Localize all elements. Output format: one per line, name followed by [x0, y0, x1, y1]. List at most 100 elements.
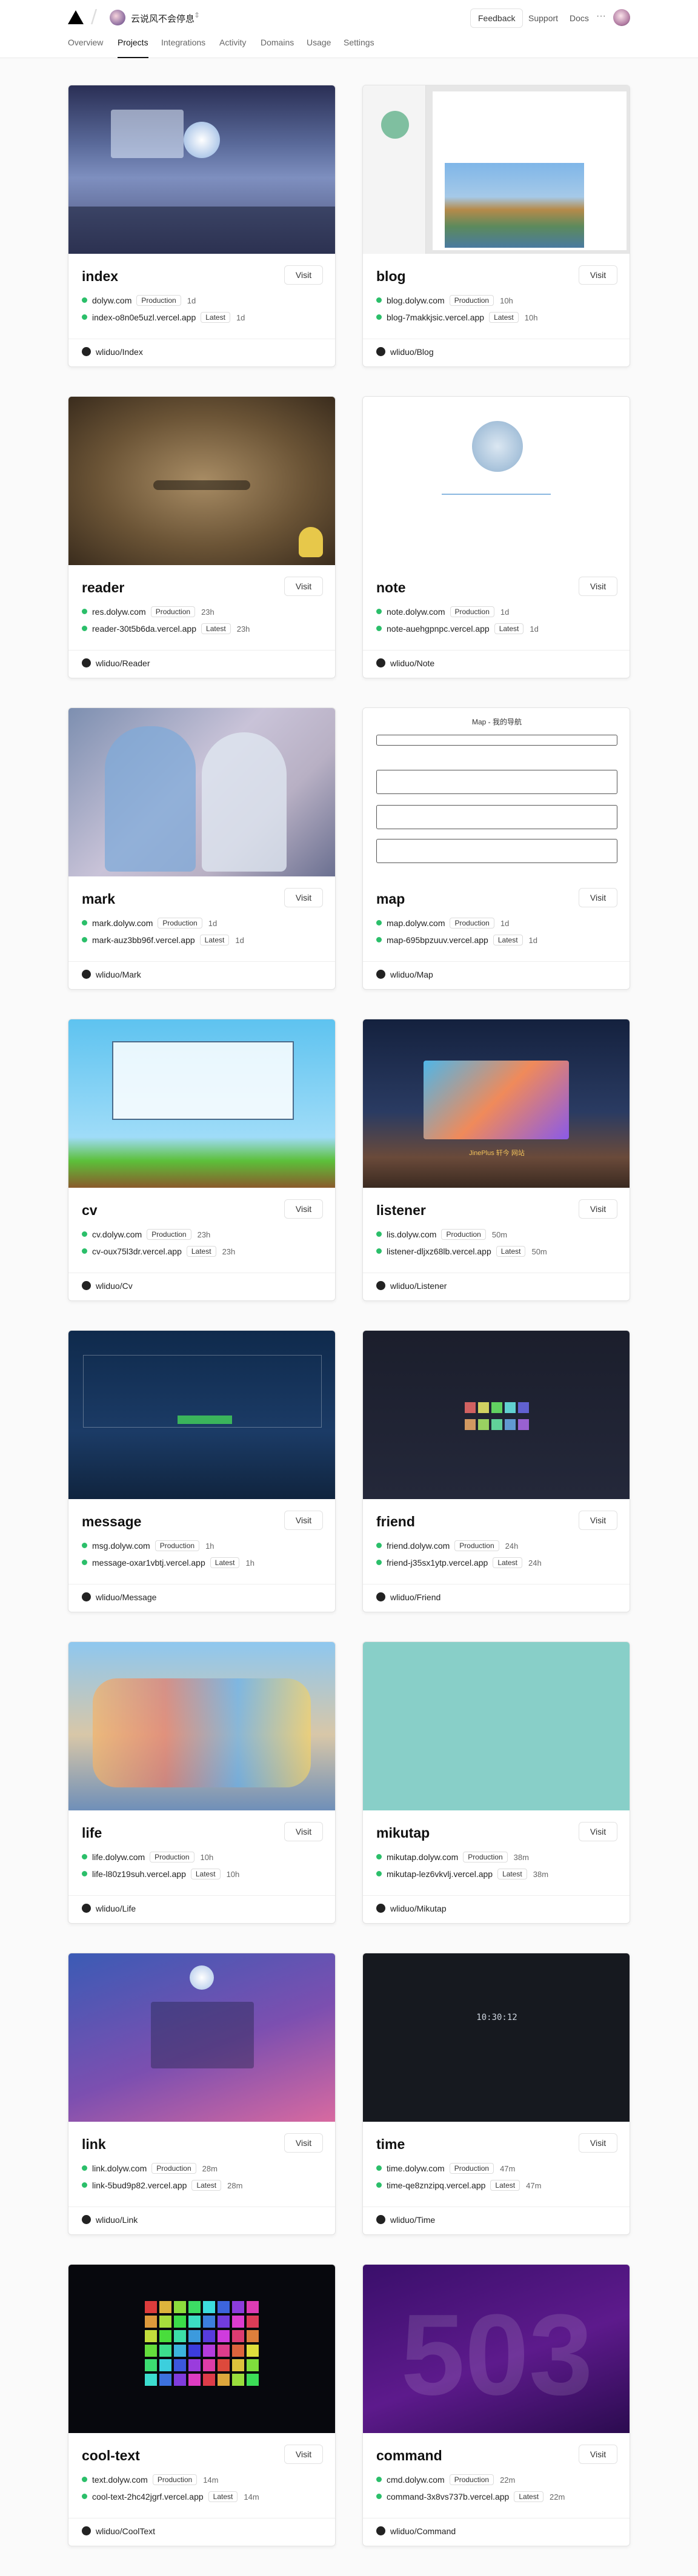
preview-domain-link[interactable]: life-l80z19suh.vercel.app	[92, 1869, 186, 1879]
project-card-listener[interactable]: JinePlus 轩今 网站 listener Visit lis.dolyw.…	[362, 1019, 630, 1301]
git-repository-link[interactable]: wliduo/Note	[376, 658, 434, 668]
project-preview-link[interactable]	[68, 1953, 335, 2122]
project-card-friend[interactable]: friend Visit friend.dolyw.com Production 2…	[362, 1330, 630, 1612]
git-repository-link[interactable]: wliduo/Link	[82, 2215, 138, 2225]
visit-button[interactable]: Visit	[284, 1199, 323, 1219]
git-repository-link[interactable]: wliduo/Time	[376, 2215, 435, 2225]
visit-button[interactable]: Visit	[284, 265, 323, 285]
production-domain-link[interactable]: link.dolyw.com	[92, 2164, 147, 2173]
project-preview-map[interactable]: Map - 我的导航	[363, 708, 630, 876]
tab-integrations[interactable]: Integrations	[161, 38, 205, 58]
project-card-reader[interactable]: reader Visit res.dolyw.com Production 23h …	[68, 396, 336, 678]
project-name[interactable]: reader	[82, 580, 124, 596]
project-name[interactable]: time	[376, 2136, 405, 2153]
git-repository-link[interactable]: wliduo/Cv	[82, 1281, 133, 1291]
project-preview-listener[interactable]: JinePlus 轩今 网站	[363, 1019, 630, 1188]
project-preview-reader[interactable]	[68, 397, 335, 565]
repository-name[interactable]: wliduo/Map	[390, 970, 433, 979]
preview-domain-link[interactable]: reader-30t5b6da.vercel.app	[92, 624, 196, 634]
production-domain-link[interactable]: note.dolyw.com	[387, 607, 445, 617]
visit-button[interactable]: Visit	[284, 2133, 323, 2153]
project-card-index[interactable]: index Visit dolyw.com Production 1d index-…	[68, 85, 336, 367]
production-domain-link[interactable]: mikutap.dolyw.com	[387, 1852, 458, 1862]
project-preview-blog[interactable]	[363, 85, 630, 254]
project-name[interactable]: life	[82, 1825, 102, 1841]
visit-button[interactable]: Visit	[284, 888, 323, 907]
repository-name[interactable]: wliduo/Cv	[96, 1281, 133, 1291]
project-name[interactable]: cv	[82, 1202, 98, 1219]
tab-activity[interactable]: Activity	[219, 38, 246, 58]
preview-domain-link[interactable]: mikutap-lez6vkvlj.vercel.app	[387, 1869, 493, 1879]
team-name[interactable]: 云说风不会停息	[131, 12, 194, 25]
project-card-blog[interactable]: blog Visit blog.dolyw.com Production 10h b…	[362, 85, 630, 367]
project-card-life[interactable]: life Visit life.dolyw.com Production 10h l…	[68, 1641, 336, 1924]
user-avatar[interactable]	[613, 9, 630, 26]
repository-name[interactable]: wliduo/Command	[390, 2526, 456, 2536]
support-link[interactable]: Support	[528, 13, 558, 23]
project-card-mark[interactable]: mark Visit mark.dolyw.com Production 1d ma…	[68, 707, 336, 990]
visit-button[interactable]: Visit	[579, 577, 617, 596]
git-repository-link[interactable]: wliduo/Blog	[376, 347, 434, 357]
production-domain-link[interactable]: life.dolyw.com	[92, 1852, 145, 1862]
repository-name[interactable]: wliduo/Time	[390, 2215, 435, 2225]
git-repository-link[interactable]: wliduo/Reader	[82, 658, 150, 668]
production-domain-link[interactable]: mark.dolyw.com	[92, 918, 153, 928]
repository-name[interactable]: wliduo/Life	[96, 1904, 136, 1913]
team-avatar[interactable]	[110, 10, 125, 25]
project-preview-message[interactable]	[68, 1331, 335, 1499]
project-name[interactable]: friend	[376, 1514, 415, 1530]
project-name[interactable]: map	[376, 891, 405, 907]
preview-domain-link[interactable]: command-3x8vs737b.vercel.app	[387, 2492, 509, 2502]
tab-projects[interactable]: Projects	[118, 38, 148, 58]
tab-usage[interactable]: Usage	[307, 38, 331, 58]
project-name[interactable]: index	[82, 268, 118, 285]
visit-button[interactable]: Visit	[284, 1511, 323, 1530]
docs-link[interactable]: Docs	[570, 13, 589, 23]
vercel-logo-icon[interactable]	[68, 10, 84, 24]
production-domain-link[interactable]: cmd.dolyw.com	[387, 2475, 445, 2485]
git-repository-link[interactable]: wliduo/Friend	[376, 1592, 440, 1602]
project-preview-cv[interactable]	[68, 1019, 335, 1188]
visit-button[interactable]: Visit	[579, 888, 617, 907]
repository-name[interactable]: wliduo/CoolText	[96, 2526, 155, 2536]
production-domain-link[interactable]: time.dolyw.com	[387, 2164, 445, 2173]
project-name[interactable]: message	[82, 1514, 141, 1530]
project-name[interactable]: mikutap	[376, 1825, 430, 1841]
visit-button[interactable]: Visit	[284, 577, 323, 596]
git-repository-link[interactable]: wliduo/Message	[82, 1592, 156, 1602]
tab-settings[interactable]: Settings	[344, 38, 374, 58]
repository-name[interactable]: wliduo/Blog	[390, 347, 434, 357]
production-domain-link[interactable]: res.dolyw.com	[92, 607, 146, 617]
visit-button[interactable]: Visit	[579, 1199, 617, 1219]
preview-domain-link[interactable]: link-5bud9p82.vercel.app	[92, 2180, 187, 2190]
repository-name[interactable]: wliduo/Message	[96, 1592, 156, 1602]
project-card-time[interactable]: 10:30:12 time Visit time.dolyw.com Produc…	[362, 1953, 630, 2235]
git-repository-link[interactable]: wliduo/Command	[376, 2526, 456, 2536]
production-domain-link[interactable]: blog.dolyw.com	[387, 296, 445, 305]
project-name[interactable]: cool-text	[82, 2448, 140, 2464]
project-card-cool-text[interactable]: cool-text Visit text.dolyw.com Production…	[68, 2264, 336, 2546]
more-menu-icon[interactable]: ···	[596, 11, 606, 22]
production-domain-link[interactable]: dolyw.com	[92, 296, 131, 305]
preview-domain-link[interactable]: mark-auz3bb96f.vercel.app	[92, 935, 195, 945]
preview-domain-link[interactable]: index-o8n0e5uzl.vercel.app	[92, 313, 196, 322]
tab-overview[interactable]: Overview	[68, 38, 103, 58]
repository-name[interactable]: wliduo/Mark	[96, 970, 141, 979]
git-repository-link[interactable]: wliduo/Mark	[82, 970, 141, 979]
project-preview-life[interactable]	[68, 1642, 335, 1810]
preview-domain-link[interactable]: listener-dljxz68lb.vercel.app	[387, 1247, 491, 1256]
git-repository-link[interactable]: wliduo/Index	[82, 347, 143, 357]
project-name[interactable]: listener	[376, 1202, 426, 1219]
project-preview-command[interactable]: 503	[363, 2265, 630, 2433]
project-name[interactable]: blog	[376, 268, 406, 285]
preview-domain-link[interactable]: blog-7makkjsic.vercel.app	[387, 313, 484, 322]
chevron-updown-icon[interactable]: ⇕	[194, 11, 200, 19]
production-domain-link[interactable]: friend.dolyw.com	[387, 1541, 450, 1551]
visit-button[interactable]: Visit	[579, 2445, 617, 2464]
production-domain-link[interactable]: msg.dolyw.com	[92, 1541, 150, 1551]
visit-button[interactable]: Visit	[579, 265, 617, 285]
preview-domain-link[interactable]: friend-j35sx1ytp.vercel.app	[387, 1558, 488, 1568]
project-name[interactable]: note	[376, 580, 406, 596]
project-name[interactable]: command	[376, 2448, 442, 2464]
git-repository-link[interactable]: wliduo/CoolText	[82, 2526, 155, 2536]
